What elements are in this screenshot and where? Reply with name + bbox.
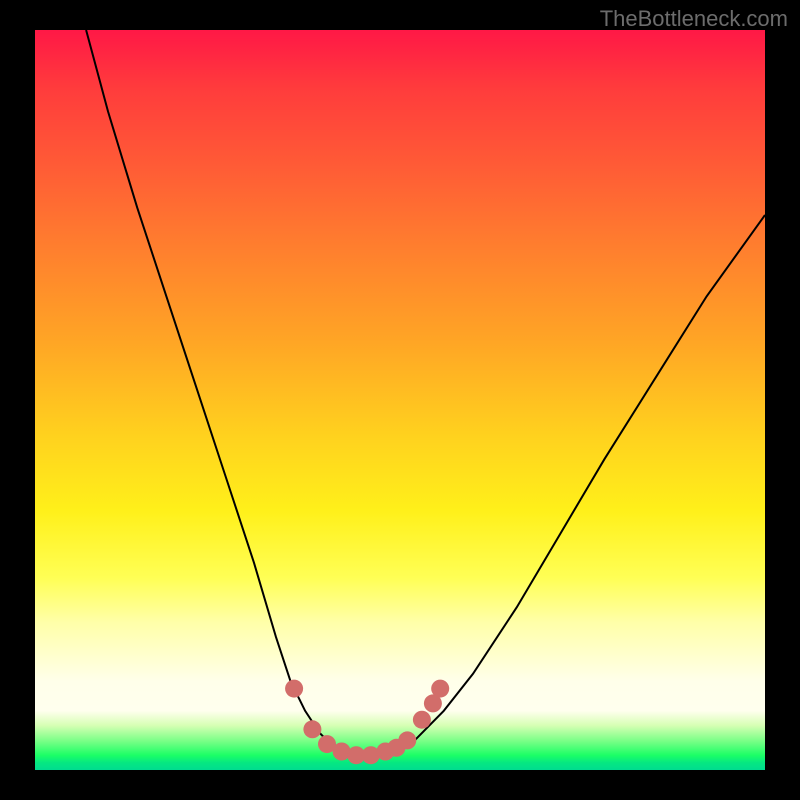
marker-dot xyxy=(398,731,416,749)
marker-dot xyxy=(303,720,321,738)
marker-dot xyxy=(285,680,303,698)
chart-svg xyxy=(35,30,765,770)
watermark-text: TheBottleneck.com xyxy=(600,6,788,32)
marker-group xyxy=(285,680,449,765)
bottleneck-curve xyxy=(86,30,765,755)
marker-dot xyxy=(431,680,449,698)
chart-plot-area xyxy=(35,30,765,770)
marker-dot xyxy=(413,711,431,729)
